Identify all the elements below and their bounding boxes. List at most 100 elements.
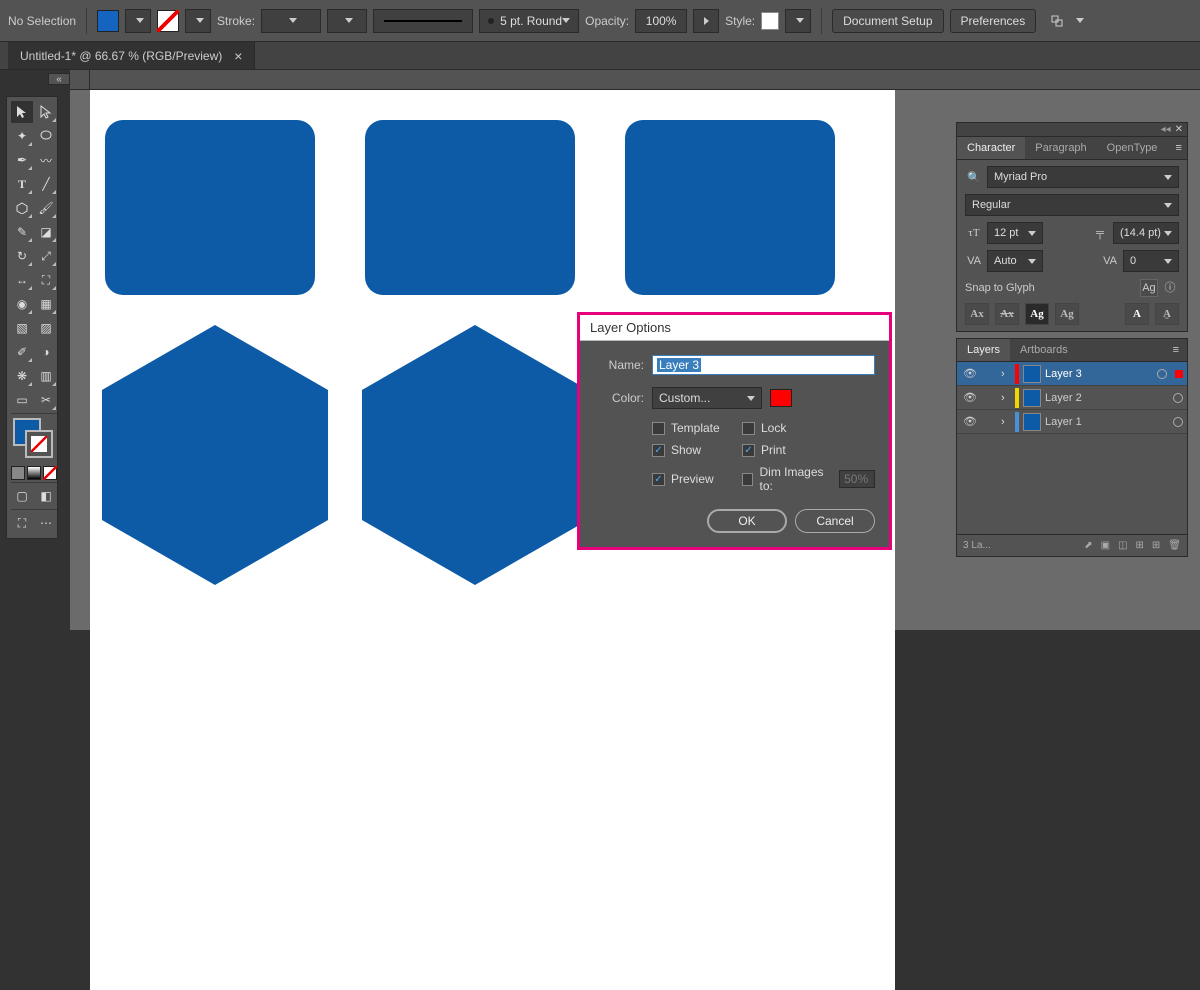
panel-collapse-handle[interactable] [48, 73, 70, 85]
hexagon-1[interactable] [100, 325, 330, 585]
collapse-icon[interactable]: ◂◂ [1161, 124, 1171, 135]
line-tool[interactable]: ╱ [35, 173, 57, 195]
selection-tool[interactable] [11, 101, 33, 123]
stroke-weight-dropdown[interactable] [261, 9, 321, 33]
drawing-mode-behind[interactable]: ◧ [35, 485, 57, 507]
panel-menu-icon[interactable]: ≡ [1167, 137, 1189, 159]
rounded-rect-2[interactable] [365, 120, 575, 295]
layer-color-swatch[interactable] [770, 389, 792, 407]
preview-checkbox[interactable]: Preview [652, 465, 742, 493]
stroke-color-icon[interactable] [25, 430, 53, 458]
width-tool[interactable]: ↔ [11, 269, 33, 291]
tab-opentype[interactable]: OpenType [1097, 137, 1168, 159]
layer-row[interactable]: 👁 › Layer 2 [957, 386, 1187, 410]
glyph-btn-4[interactable]: Ag [1055, 303, 1079, 325]
dim-checkbox[interactable]: Dim Images to:50% [742, 465, 875, 493]
font-size-input[interactable]: 12 pt [987, 222, 1043, 244]
clip-icon[interactable]: ◫ [1118, 540, 1127, 551]
glyph-btn-5[interactable]: A [1125, 303, 1149, 325]
shape-builder-tool[interactable]: ◉ [11, 293, 33, 315]
close-icon[interactable]: ✕ [1175, 124, 1183, 135]
style-dropdown[interactable] [785, 9, 811, 33]
screen-mode[interactable]: ⛶ [11, 512, 33, 534]
perspective-tool[interactable]: ▦ [35, 293, 57, 315]
font-style-dropdown[interactable]: Regular [965, 194, 1179, 216]
vsp-dropdown[interactable] [327, 9, 367, 33]
type-tool[interactable]: T [11, 173, 33, 195]
visibility-icon[interactable]: 👁 [961, 389, 979, 407]
fill-dropdown[interactable] [125, 9, 151, 33]
artboard-tool[interactable]: ▭ [11, 389, 33, 411]
kerning-input[interactable]: Auto [987, 250, 1043, 272]
visibility-icon[interactable]: 👁 [961, 365, 979, 383]
drawing-mode-normal[interactable]: ▢ [11, 485, 33, 507]
leading-input[interactable]: (14.4 pt) [1113, 222, 1179, 244]
new-sublayer-icon[interactable]: ⊞ [1136, 540, 1144, 551]
opacity-value[interactable]: 100% [635, 9, 687, 33]
layer-row[interactable]: 👁 › Layer 3 [957, 362, 1187, 386]
tab-layers[interactable]: Layers [957, 339, 1010, 361]
info-icon[interactable]: ⓘ [1161, 278, 1179, 296]
stroke-swatch[interactable] [157, 10, 179, 32]
tab-artboards[interactable]: Artboards [1010, 339, 1078, 361]
color-mode-solid[interactable] [11, 466, 25, 480]
slice-tool[interactable]: ✂ [35, 389, 57, 411]
glyph-btn-6[interactable]: A̱ [1155, 303, 1179, 325]
direct-selection-tool[interactable] [35, 101, 57, 123]
eyedropper-tool[interactable]: ✐ [11, 341, 33, 363]
show-checkbox[interactable]: Show [652, 443, 742, 457]
fill-swatch[interactable] [97, 10, 119, 32]
new-layer-icon[interactable]: ⊞ [1152, 540, 1160, 551]
paintbrush-tool[interactable]: 🖌 [35, 197, 57, 219]
free-transform-tool[interactable]: ⛶ [35, 269, 57, 291]
dim-value-input[interactable]: 50% [839, 470, 875, 488]
delete-layer-icon[interactable]: 🗑 [1168, 540, 1181, 551]
glyph-btn-2[interactable]: Ax [995, 303, 1019, 325]
glyph-btn-1[interactable]: Ax [965, 303, 989, 325]
blend-tool[interactable]: ◑ [35, 341, 57, 363]
snap-glyph-preview-icon[interactable]: Ag [1140, 279, 1158, 297]
magic-wand-tool[interactable]: ✦ [11, 125, 33, 147]
font-family-dropdown[interactable]: Myriad Pro [987, 166, 1179, 188]
style-swatch[interactable] [761, 12, 779, 30]
close-tab-icon[interactable]: × [234, 48, 242, 64]
glyph-btn-3[interactable]: Ag [1025, 303, 1049, 325]
document-tab[interactable]: Untitled-1* @ 66.67 % (RGB/Preview) × [8, 42, 255, 69]
ok-button[interactable]: OK [707, 509, 787, 533]
rounded-rect-1[interactable] [105, 120, 315, 295]
chevron-down-icon[interactable] [1076, 18, 1084, 23]
symbol-sprayer-tool[interactable]: ❋ [11, 365, 33, 387]
pen-tool[interactable]: ✒ [11, 149, 33, 171]
template-checkbox[interactable]: Template [652, 421, 742, 435]
stroke-dropdown[interactable] [185, 9, 211, 33]
eraser-tool[interactable]: ◪ [35, 221, 57, 243]
print-checkbox[interactable]: Print [742, 443, 875, 457]
visibility-icon[interactable]: 👁 [961, 413, 979, 431]
document-setup-button[interactable]: Document Setup [832, 9, 943, 33]
rounded-rect-3[interactable] [625, 120, 835, 295]
graph-tool[interactable]: ▥ [35, 365, 57, 387]
color-mode-gradient[interactable] [27, 466, 41, 480]
color-mode-none[interactable] [43, 466, 57, 480]
shaper-tool[interactable]: ✎ [11, 221, 33, 243]
search-icon[interactable]: 🔍 [965, 168, 983, 186]
curvature-tool[interactable]: 〰 [35, 149, 57, 171]
cancel-button[interactable]: Cancel [795, 509, 875, 533]
preferences-button[interactable]: Preferences [950, 9, 1037, 33]
lock-checkbox[interactable]: Lock [742, 421, 875, 435]
opacity-more[interactable] [693, 9, 719, 33]
layer-color-dropdown[interactable]: Custom... [652, 387, 762, 409]
target-icon[interactable] [1173, 417, 1183, 427]
gradient-tool[interactable]: ▨ [35, 317, 57, 339]
rectangle-tool[interactable] [11, 197, 33, 219]
tracking-input[interactable]: 0 [1123, 250, 1179, 272]
tab-paragraph[interactable]: Paragraph [1025, 137, 1096, 159]
fill-stroke-control[interactable] [11, 416, 57, 464]
layers-panel-menu-icon[interactable]: ≡ [1165, 339, 1187, 361]
layer-name-input[interactable]: Layer 3 [652, 355, 875, 375]
brush-dropdown[interactable]: 5 pt. Round [479, 9, 579, 33]
mesh-tool[interactable]: ▧ [11, 317, 33, 339]
rotate-tool[interactable]: ↻ [11, 245, 33, 267]
collect-icon[interactable]: ▣ [1101, 540, 1110, 551]
ruler-origin[interactable] [70, 70, 90, 90]
